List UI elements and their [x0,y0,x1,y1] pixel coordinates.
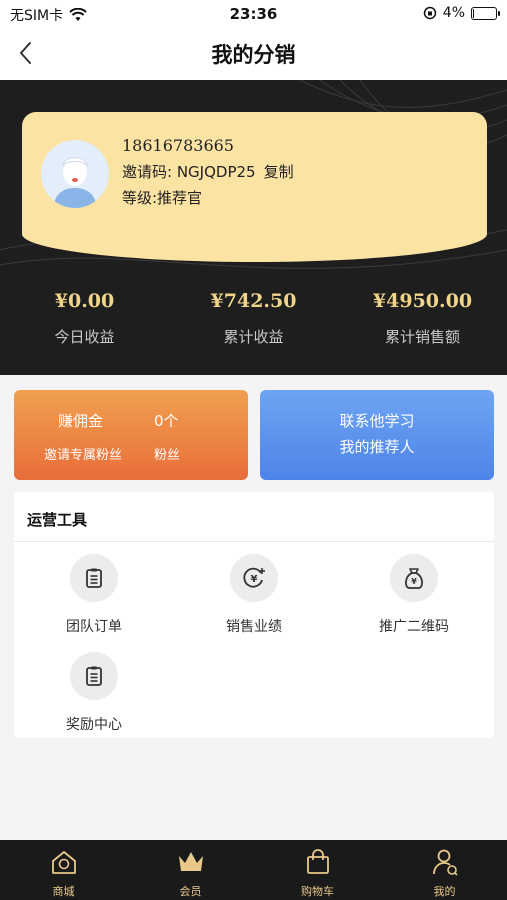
stat-today-earnings: ¥0.00 今日收益 [0,290,169,347]
contact-referrer-card[interactable]: 联系他学习 我的推荐人 [260,390,494,480]
tab-mall[interactable]: 商城 [0,840,127,900]
page-title: 我的分销 [211,43,296,67]
stat-total-sales: ¥4950.00 累计销售额 [338,290,507,347]
tab-label: 购物车 [301,885,334,898]
contact-line2: 我的推荐人 [339,438,415,456]
tab-label: 我的 [433,885,456,898]
bottom-tab-bar: 商城 会员 购物车 我的 [0,840,507,900]
divider [14,541,494,542]
stat-value: ¥742.50 [210,290,297,312]
fans-count: 0个 [154,412,179,430]
tool-label: 销售业绩 [226,619,282,635]
promo-subtitle: 邀请专属粉丝 [44,448,123,463]
tool-label: 奖励中心 [66,717,122,733]
fans-label: 粉丝 [154,448,181,463]
stat-label: 累计销售额 [384,328,460,346]
orientation-lock-icon [423,6,437,20]
shopping-bag-icon [306,849,329,874]
user-avatar-icon [41,140,109,208]
earn-commission-card[interactable]: 赚佣金 邀请专属粉丝 0个 粉丝 [14,390,248,480]
yen-coin-icon: ¥ [230,554,278,602]
svg-text:¥: ¥ [411,577,417,586]
tab-cart[interactable]: 购物车 [254,840,381,900]
clipboard-icon [70,652,118,700]
stat-total-earnings: ¥742.50 累计收益 [169,290,338,347]
status-bar: 无SIM卡 23:36 4% [0,0,507,28]
user-icon [432,849,458,876]
stat-label: 今日收益 [54,328,115,346]
profile-card: 18616783665 邀请码: NGJQDP25 复制 等级:推荐官 [22,112,487,262]
svg-text:¥: ¥ [251,574,258,585]
stat-value: ¥0.00 [54,290,115,312]
battery-icon [471,6,500,20]
tab-label: 商城 [52,885,75,898]
member-level: 等级:推荐官 [122,189,203,207]
tool-reward-center[interactable]: 奖励中心 [14,652,174,734]
home-icon [51,851,76,874]
status-right: 4% [423,5,500,21]
tab-label: 会员 [179,885,202,898]
tools-title: 运营工具 [27,511,88,529]
tool-team-orders[interactable]: 团队订单 [14,554,174,636]
crown-icon [178,852,203,871]
tool-promo-qrcode[interactable]: ¥ 推广二维码 [334,554,494,636]
phone-number: 18616783665 [122,136,234,155]
clipboard-icon [70,554,118,602]
tool-sales-performance[interactable]: ¥ 销售业绩 [174,554,334,636]
copy-button[interactable]: 复制 [264,161,294,182]
battery-percent: 4% [442,5,465,21]
invite-code-row: 邀请码: NGJQDP25 复制 [122,161,294,182]
tool-label: 团队订单 [66,619,122,635]
money-bag-icon: ¥ [390,554,438,602]
tab-member[interactable]: 会员 [127,840,254,900]
stat-label: 累计收益 [223,328,284,346]
operation-tools-panel: 运营工具 团队订单 ¥ 销售业绩 ¥ 推广二维码 奖励中心 [14,492,494,738]
promo-title: 赚佣金 [58,412,104,430]
battery-fill [473,8,474,18]
stat-value: ¥4950.00 [372,290,473,312]
contact-line1: 联系他学习 [339,412,415,430]
invite-code: 邀请码: NGJQDP25 [122,163,256,181]
earnings-stats: ¥0.00 今日收益 ¥742.50 累计收益 ¥4950.00 累计销售额 [0,290,507,360]
tab-mine[interactable]: 我的 [381,840,507,900]
nav-bar: 我的分销 [0,28,507,80]
tool-label: 推广二维码 [379,619,449,635]
